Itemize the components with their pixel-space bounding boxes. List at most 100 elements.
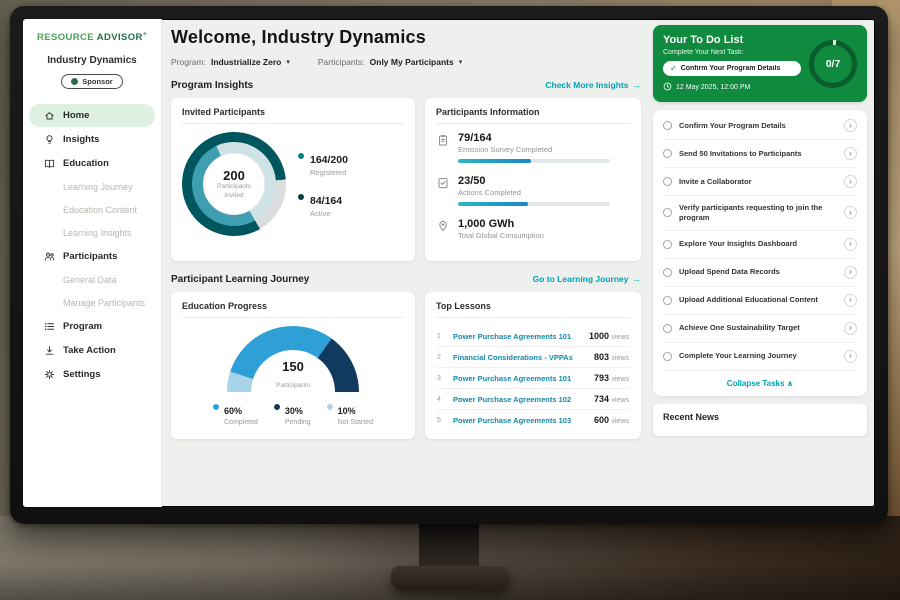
sidebar-item-insights[interactable]: Insights [29, 128, 155, 151]
program-filter-value[interactable]: Industrialize Zero [211, 57, 281, 67]
sidebar-item-learning-insights[interactable]: Learning Insights [29, 222, 155, 244]
legend-dot [298, 153, 304, 159]
lesson-link[interactable]: Financial Considerations - VPPAs [453, 353, 587, 362]
participants-information-card: Participants Information 79/164 Emission… [425, 98, 641, 261]
top-lessons-card: Top Lessons 1 Power Purchase Agreements … [425, 292, 641, 439]
program-insights-header: Program Insights Check More Insights → [171, 80, 641, 91]
legend-dot [213, 404, 219, 410]
task-checkbox[interactable] [663, 296, 672, 305]
check-more-insights-link[interactable]: Check More Insights → [545, 80, 641, 90]
task-row[interactable]: Upload Spend Data Records › [662, 259, 858, 287]
sponsor-icon [71, 78, 78, 85]
task-checkbox[interactable] [663, 149, 672, 158]
task-row[interactable]: Verify participants requesting to join t… [662, 196, 858, 231]
stat-emission-survey: 79/164 Emission Survey Completed [436, 132, 630, 163]
sidebar-item-settings[interactable]: Settings [29, 363, 155, 386]
invited-participants-card: Invited Participants 200 Participants In… [171, 98, 415, 261]
chevron-right-icon[interactable]: › [844, 266, 857, 279]
clock-icon [663, 82, 672, 93]
lesson-link[interactable]: Power Purchase Agreements 103 [453, 416, 587, 425]
chevron-right-icon[interactable]: › [844, 206, 857, 219]
chevron-right-icon[interactable]: › [844, 119, 857, 132]
task-row[interactable]: Send 50 Invitations to Participants › [662, 140, 858, 168]
program-filter[interactable]: Program: Industrialize Zero ▾ [171, 57, 290, 67]
todo-subtitle: Complete Your Next Task: [663, 49, 801, 56]
lesson-link[interactable]: Power Purchase Agreements 101 [453, 332, 582, 341]
task-checkbox[interactable] [663, 352, 672, 361]
org-name: Industry Dynamics [23, 55, 161, 66]
book-icon [43, 158, 56, 169]
sidebar-item-education-content[interactable]: Education Content [29, 199, 155, 221]
card-title: Invited Participants [182, 107, 404, 124]
next-task-pill[interactable]: ✓ Confirm Your Program Details [663, 61, 801, 76]
sidebar-item-home[interactable]: Home [29, 104, 155, 127]
go-to-learning-journey-link[interactable]: Go to Learning Journey → [533, 274, 641, 284]
lesson-row: 5 Power Purchase Agreements 103 600 view… [436, 410, 630, 430]
chevron-down-icon[interactable]: ▾ [459, 58, 463, 66]
chevron-right-icon[interactable]: › [844, 350, 857, 363]
learning-cards: Education Progress 150 Participants [171, 292, 641, 439]
card-title: Participants Information [436, 107, 630, 124]
sidebar-item-manage-participants[interactable]: Manage Participants [29, 292, 155, 314]
task-checkbox[interactable] [663, 268, 672, 277]
clipboard-icon [436, 132, 450, 163]
participants-filter-label: Participants: [318, 57, 365, 67]
progress-bar [458, 159, 610, 163]
chevron-right-icon[interactable]: › [844, 147, 857, 160]
arrow-right-icon: → [633, 274, 642, 284]
todo-title: Your To Do List [663, 34, 801, 46]
todo-progress-ring: 0/7 [809, 40, 857, 88]
task-checkbox[interactable] [663, 240, 672, 249]
legend-pending: 30% Pending [274, 401, 311, 426]
gauge-center: 150 Participants [227, 359, 359, 392]
task-row[interactable]: Confirm Your Program Details › [662, 112, 858, 140]
app-window: RESOURCE ADVISOR+ Industry Dynamics Spon… [23, 19, 875, 507]
participants-filter-value[interactable]: Only My Participants [370, 57, 454, 67]
program-filter-label: Program: [171, 57, 206, 67]
sidebar-item-learning-journey[interactable]: Learning Journey [29, 176, 155, 198]
todo-due: 12 May 2025, 12:00 PM [663, 82, 801, 93]
monitor: RESOURCE ADVISOR+ Industry Dynamics Spon… [10, 6, 888, 524]
lesson-row: 1 Power Purchase Agreements 101 1000 vie… [436, 326, 630, 347]
chevron-right-icon[interactable]: › [844, 238, 857, 251]
task-checkbox[interactable] [663, 324, 672, 333]
sidebar-item-general-data[interactable]: General Data [29, 269, 155, 291]
sidebar-item-education[interactable]: Education [29, 152, 155, 175]
task-row[interactable]: Achieve One Sustainability Target › [662, 315, 858, 343]
download-icon [43, 345, 56, 356]
sponsor-badge[interactable]: Sponsor [61, 74, 122, 89]
invited-donut-chart: 200 Participants Invited [182, 132, 286, 236]
section-title: Participant Learning Journey [171, 274, 309, 285]
task-checkbox[interactable] [663, 121, 672, 130]
chevron-right-icon[interactable]: › [844, 294, 857, 307]
legend-dot [298, 194, 304, 200]
sidebar-item-take-action[interactable]: Take Action [29, 339, 155, 362]
lesson-row: 2 Financial Considerations - VPPAs 803 v… [436, 347, 630, 368]
todo-progress-count: 0/7 [814, 45, 852, 83]
chevron-right-icon[interactable]: › [844, 322, 857, 335]
people-icon [43, 251, 56, 262]
chevron-right-icon[interactable]: › [844, 175, 857, 188]
sidebar-item-participants[interactable]: Participants [29, 245, 155, 268]
lesson-link[interactable]: Power Purchase Agreements 102 [453, 395, 587, 404]
task-list: Confirm Your Program Details › Send 50 I… [653, 110, 867, 396]
task-checkbox[interactable] [663, 208, 672, 217]
lesson-row: 3 Power Purchase Agreements 101 793 view… [436, 368, 630, 389]
task-row[interactable]: Complete Your Learning Journey › [662, 343, 858, 371]
task-row[interactable]: Invite a Collaborator › [662, 168, 858, 196]
filters-bar: Program: Industrialize Zero ▾ Participan… [171, 57, 641, 67]
gauge-legend: 60% Completed 30% Pending [213, 401, 373, 426]
card-title: Top Lessons [436, 301, 630, 318]
collapse-tasks-link[interactable]: Collapse Tasks ∧ [662, 373, 858, 392]
chevron-down-icon[interactable]: ▾ [286, 58, 290, 66]
legend-not-started: 10% Not Started [327, 401, 373, 426]
legend-active: 84/164 Active [298, 191, 348, 218]
task-row[interactable]: Explore Your Insights Dashboard › [662, 231, 858, 259]
task-row[interactable]: Upload Additional Educational Content › [662, 287, 858, 315]
card-title: Education Progress [182, 301, 404, 318]
task-checkbox[interactable] [663, 177, 672, 186]
sidebar-item-program[interactable]: Program [29, 315, 155, 338]
participants-filter[interactable]: Participants: Only My Participants ▾ [318, 57, 462, 67]
stat-actions-completed: 23/50 Actions Completed [436, 175, 630, 206]
lesson-link[interactable]: Power Purchase Agreements 101 [453, 374, 587, 383]
